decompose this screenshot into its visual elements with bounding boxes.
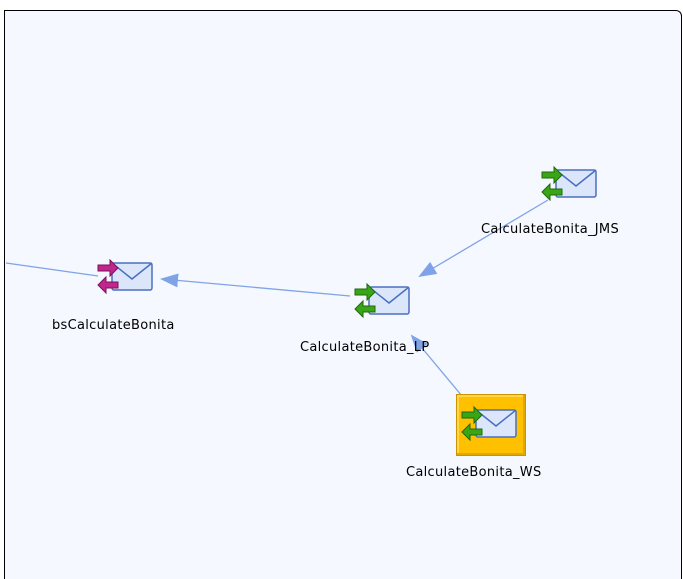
node-label: CalculateBonita_LP xyxy=(300,340,430,355)
proxy-service-icon xyxy=(461,405,517,442)
business-service-icon xyxy=(97,258,153,295)
proxy-service-icon xyxy=(541,165,597,202)
node-label: CalculateBonita_JMS xyxy=(481,222,620,237)
node-label: CalculateBonita_WS xyxy=(406,465,542,480)
node-label: bsCalculateBonita xyxy=(52,318,175,333)
proxy-service-icon xyxy=(354,282,410,319)
